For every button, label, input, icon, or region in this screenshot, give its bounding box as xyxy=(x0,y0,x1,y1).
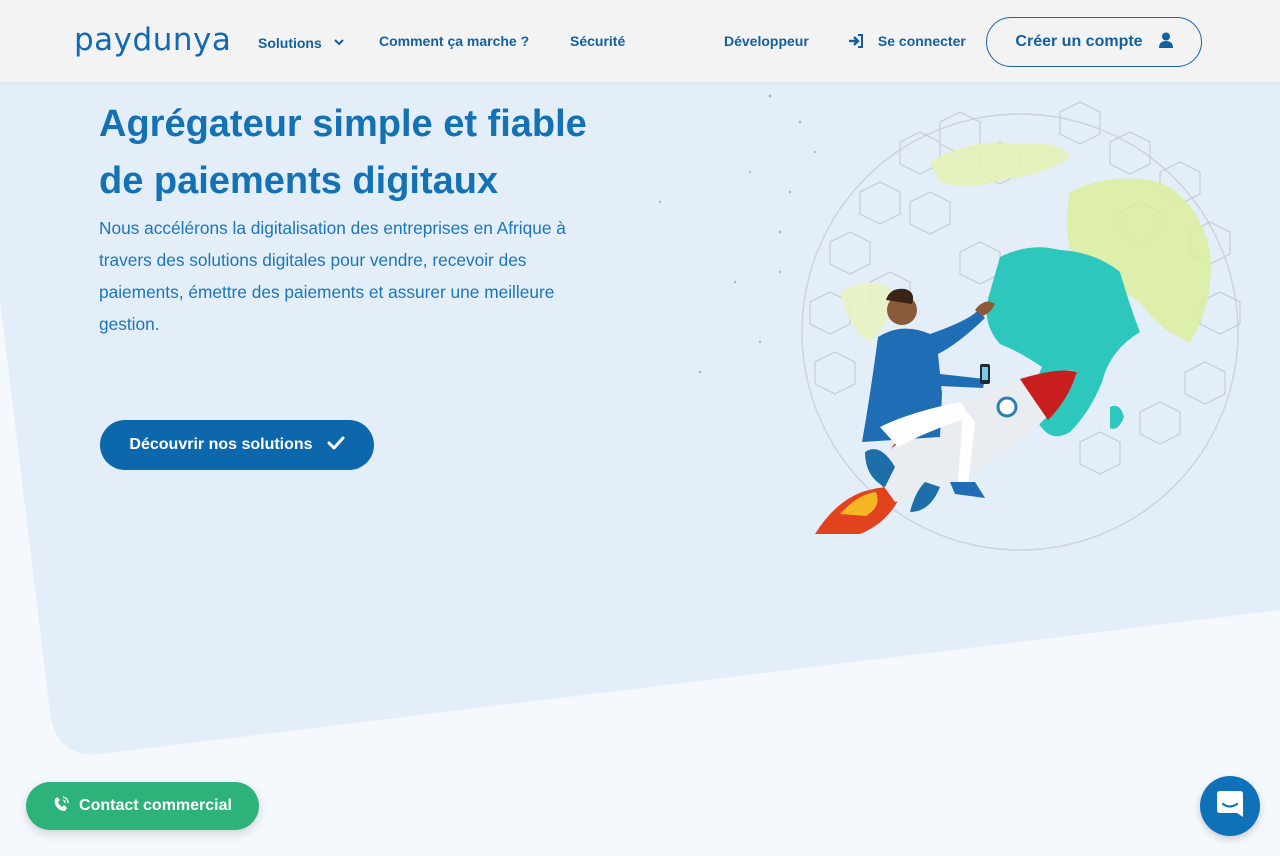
create-account-label: Créer un compte xyxy=(1015,33,1143,50)
hero-illustration xyxy=(658,94,1241,551)
chat-launcher-button[interactable] xyxy=(1200,776,1260,836)
nav-developer[interactable]: Développeur xyxy=(724,33,809,49)
discover-solutions-button[interactable]: Découvrir nos solutions xyxy=(100,420,374,470)
contact-sales-label: Contact commercial xyxy=(79,797,232,814)
hero-title: Agrégateur simple et fiable de paiements… xyxy=(99,96,659,210)
discover-solutions-label: Découvrir nos solutions xyxy=(129,436,313,453)
check-icon xyxy=(327,436,345,455)
nav-solutions-label: Solutions xyxy=(258,35,322,51)
paydunya-logo[interactable]: paydunya xyxy=(74,22,231,58)
nav-security[interactable]: Sécurité xyxy=(570,33,625,49)
nav-login-label: Se connecter xyxy=(877,33,966,49)
top-navbar: paydunya Solutions Comment ça marche ? S… xyxy=(0,0,1280,82)
login-icon xyxy=(848,34,864,51)
nav-how-it-works[interactable]: Comment ça marche ? xyxy=(379,33,529,49)
hero-description: Nous accélérons la digitalisation des en… xyxy=(99,218,566,334)
create-account-button[interactable]: Créer un compte xyxy=(986,17,1202,67)
nav-login[interactable]: Se connecter xyxy=(848,33,966,51)
hero-title-line1: Agrégateur simple et fiable xyxy=(99,103,587,145)
contact-sales-button[interactable]: Contact commercial xyxy=(26,782,259,830)
chat-icon xyxy=(1216,789,1244,824)
phone-icon xyxy=(53,795,69,817)
nav-solutions[interactable]: Solutions xyxy=(258,33,344,51)
user-icon xyxy=(1158,32,1173,53)
rocket-illustration xyxy=(815,370,1077,534)
chevron-down-icon xyxy=(333,33,344,49)
hero-title-line2: de paiements digitaux xyxy=(99,160,499,202)
